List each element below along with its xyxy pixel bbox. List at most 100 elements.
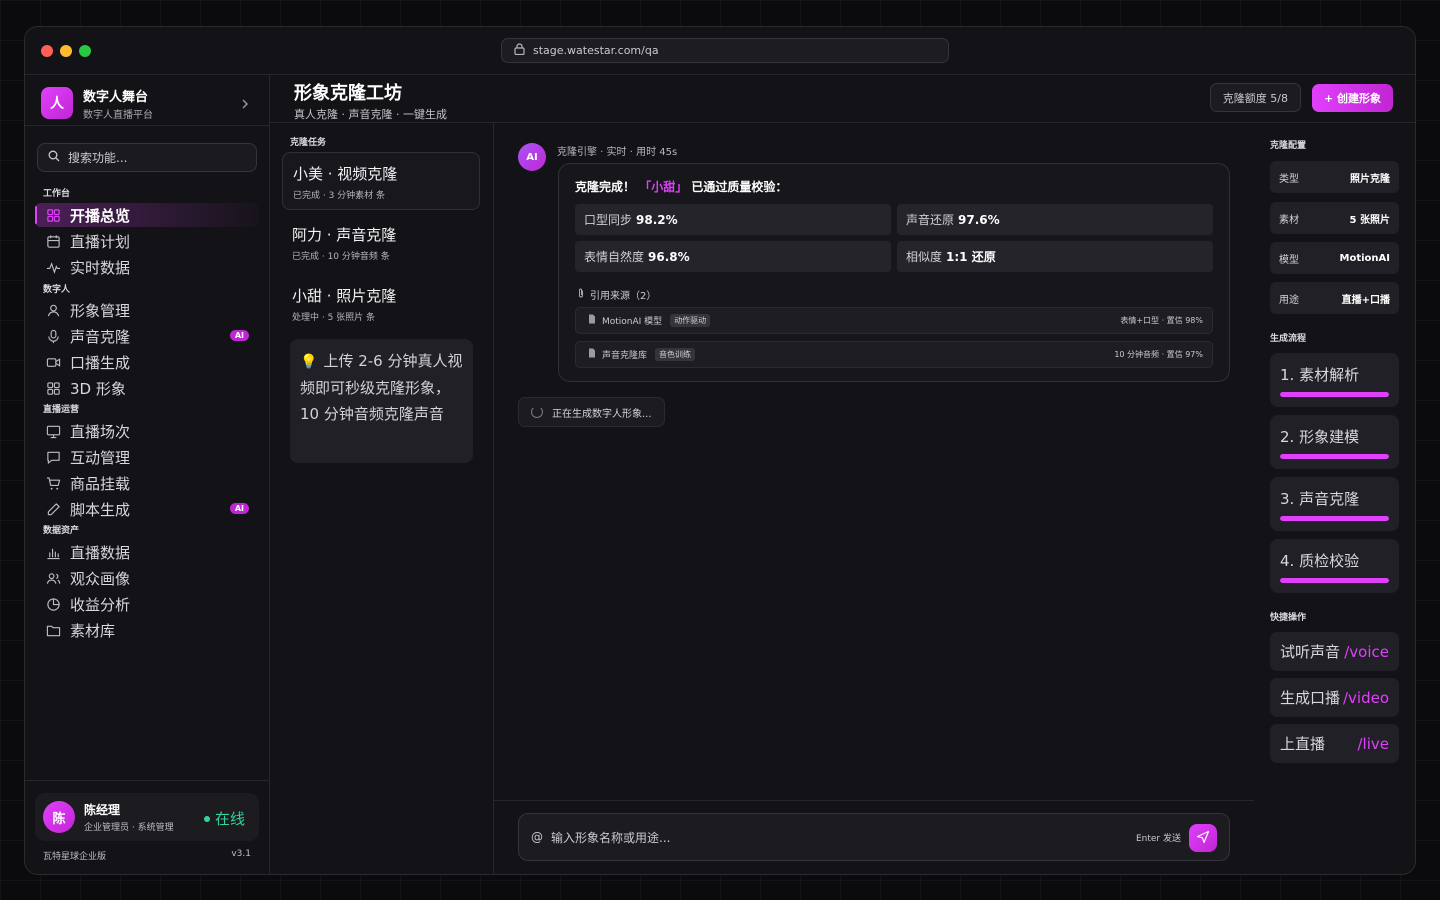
- page-header: 形象克隆工坊 真人克隆 · 声音克隆 · 一键生成 克隆额度 5/8 + 创建形…: [270, 75, 1415, 123]
- headline-suffix: 已通过质量校验：: [691, 180, 788, 194]
- status-text: 在线: [214, 810, 245, 828]
- task-item[interactable]: 小甜 · 照片克隆 处理中 · 5 张照片 条: [282, 275, 480, 333]
- search-input[interactable]: 搜索功能...: [37, 143, 257, 172]
- metric-expression: 表情自然度 96.8%: [575, 241, 891, 272]
- sidebar-item-video-gen[interactable]: 口播生成: [35, 350, 259, 374]
- sidebar-item-label: 收益分析: [70, 595, 131, 614]
- sidebar-item-label: 直播数据: [70, 543, 131, 562]
- sidebar-item-voice-clone[interactable]: 声音克隆 AI: [35, 324, 259, 348]
- loading-text: 正在生成数字人形象...: [552, 408, 652, 420]
- progress-bar: [1280, 392, 1389, 397]
- metric-value: 1:1 还原: [946, 250, 996, 264]
- grid-icon: [45, 207, 61, 223]
- metric-label: 声音还原: [906, 213, 955, 227]
- search-placeholder: 搜索功能...: [68, 151, 128, 165]
- user-card[interactable]: 陈 陈经理 企业管理员 · 系统管理 在线: [35, 793, 259, 841]
- monitor-icon: [45, 423, 61, 439]
- quick-action-voice[interactable]: 试听声音/voice: [1270, 632, 1399, 671]
- pen-icon: [45, 501, 61, 517]
- sidebar-item-schedule[interactable]: 直播计划: [35, 229, 259, 253]
- metric-label: 表情自然度: [584, 250, 645, 264]
- at-icon: @: [531, 830, 543, 844]
- sidebar-item-revenue[interactable]: 收益分析: [35, 592, 259, 616]
- metric-value: 96.8%: [648, 249, 690, 264]
- flow-label: 生成流程: [1270, 334, 1307, 344]
- version-label: v3.1: [231, 849, 251, 859]
- user-icon: [45, 302, 61, 318]
- avatar: 陈: [43, 801, 75, 833]
- sidebar-item-label: 声音克隆: [70, 327, 131, 346]
- task-item[interactable]: 阿力 · 声音克隆 已完成 · 10 分钟音频 条: [282, 214, 480, 272]
- reference-item[interactable]: MotionAI 模型 动作驱动 表情+口型 · 置信 98%: [575, 307, 1213, 334]
- brand-title: 数字人舞台: [83, 89, 149, 105]
- minimize-window-button[interactable]: [60, 45, 72, 57]
- nav-group-label: 工作台: [43, 189, 71, 199]
- browser-titlebar: stage.watestar.com/qa: [25, 27, 1415, 75]
- flow-step: 4. 质检校验: [1270, 539, 1399, 593]
- config-key: 类型: [1279, 173, 1299, 185]
- config-value: 直播+口播: [1341, 294, 1390, 306]
- calendar-icon: [45, 233, 61, 249]
- tip-text: 上传 2-6 分钟真人视频即可秒级克隆形象，10 分钟音频克隆声音: [300, 352, 463, 423]
- maximize-window-button[interactable]: [79, 45, 91, 57]
- config-value: MotionAI: [1339, 252, 1390, 264]
- create-avatar-button[interactable]: + 创建形象: [1311, 84, 1393, 112]
- reference-item[interactable]: 声音克隆库 音色训练 10 分钟音频 · 置信 97%: [575, 341, 1213, 368]
- sidebar-item-interaction[interactable]: 互动管理: [35, 445, 259, 469]
- spinner-icon: [531, 406, 543, 418]
- progress-bar: [1280, 578, 1389, 583]
- mic-icon: [45, 328, 61, 344]
- sidebar-item-label: 实时数据: [70, 258, 131, 277]
- metric-lip-sync: 口型同步 98.2%: [575, 204, 891, 235]
- quick-action-command: /video: [1342, 688, 1389, 707]
- task-meta: 已完成 · 10 分钟音频 条: [292, 252, 390, 262]
- task-list-label: 克隆任务: [290, 138, 327, 148]
- sidebar-item-3d[interactable]: 3D 形象: [35, 376, 259, 400]
- input-placeholder: 输入形象名称或用途...: [551, 830, 671, 845]
- flow-step: 1. 素材解析: [1270, 353, 1399, 407]
- sidebar-item-assets[interactable]: 素材库: [35, 618, 259, 642]
- quick-action-label: 生成口播: [1280, 689, 1341, 707]
- sidebar-item-script-gen[interactable]: 脚本生成 AI: [35, 497, 259, 521]
- ai-badge: AI: [229, 503, 249, 514]
- reference-name: MotionAI 模型: [602, 317, 663, 327]
- sidebar-item-realtime[interactable]: 实时数据: [35, 255, 259, 279]
- metric-label: 口型同步: [584, 213, 633, 227]
- message-headline: 克隆完成！ 「小甜」 已通过质量校验：: [575, 178, 787, 195]
- message-input[interactable]: @ 输入形象名称或用途... Enter 发送: [518, 813, 1230, 861]
- address-bar[interactable]: stage.watestar.com/qa: [501, 38, 949, 63]
- edition-label: 瓦特星球企业版: [43, 852, 107, 862]
- reference-tag: 音色训练: [655, 348, 696, 361]
- sidebar-item-audience[interactable]: 观众画像: [35, 566, 259, 590]
- url-text: stage.watestar.com/qa: [533, 44, 659, 57]
- quick-action-live[interactable]: 上直播/live: [1270, 724, 1399, 763]
- progress-bar: [1280, 516, 1389, 521]
- chat-panel: AI 克隆引擎 · 实时 · 用时 45s 克隆完成！ 「小甜」 已通过质量校验…: [494, 123, 1254, 874]
- lock-icon: [514, 43, 525, 58]
- task-item[interactable]: 小美 · 视频克隆 已完成 · 3 分钟素材 条: [282, 152, 480, 210]
- config-key: 模型: [1279, 254, 1299, 266]
- task-list-panel: 克隆任务 小美 · 视频克隆 已完成 · 3 分钟素材 条 阿力 · 声音克隆 …: [270, 123, 494, 874]
- avatar-name-highlight: 「小甜」: [639, 180, 688, 194]
- references-label: 引用来源（2）: [577, 287, 656, 302]
- sidebar-item-label: 观众画像: [70, 569, 131, 588]
- sidebar: 人 数字人舞台 数字人直播平台 搜索功能... 工作台 开播总览 直播计划 实时…: [25, 75, 270, 874]
- metric-label: 相似度: [906, 250, 943, 264]
- divider: [494, 800, 1254, 801]
- quota-badge: 克隆额度 5/8: [1209, 83, 1301, 112]
- bar-chart-icon: [45, 544, 61, 560]
- brand-switcher[interactable]: 人 数字人舞台 数字人直播平台: [41, 85, 256, 121]
- sidebar-item-label: 3D 形象: [70, 379, 126, 398]
- quick-action-video[interactable]: 生成口播/video: [1270, 678, 1399, 717]
- sidebar-item-label: 互动管理: [70, 448, 131, 467]
- sidebar-item-live-data[interactable]: 直播数据: [35, 540, 259, 564]
- sidebar-item-label: 直播场次: [70, 422, 131, 441]
- progress-fill: [1280, 578, 1389, 583]
- sidebar-item-products[interactable]: 商品挂载: [35, 471, 259, 495]
- sidebar-item-overview[interactable]: 开播总览: [35, 203, 259, 227]
- close-window-button[interactable]: [41, 45, 53, 57]
- send-button[interactable]: [1189, 824, 1217, 852]
- sidebar-item-sessions[interactable]: 直播场次: [35, 419, 259, 443]
- sidebar-item-avatars[interactable]: 形象管理: [35, 298, 259, 322]
- page-subtitle: 真人克隆 · 声音克隆 · 一键生成: [294, 108, 447, 121]
